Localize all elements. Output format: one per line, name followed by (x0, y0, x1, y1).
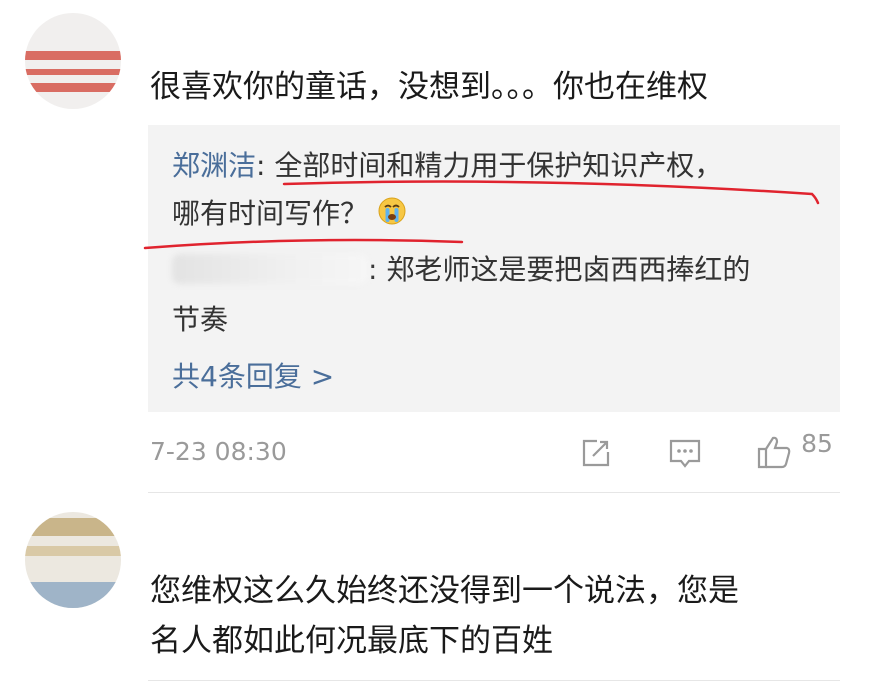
reply-separator: : (368, 253, 387, 286)
replies-panel: 郑渊洁: 全部时间和精力用于保护知识产权， 哪有时间写作？ : 郑老师这是要把卤… (148, 125, 840, 412)
reply-item[interactable]: 郑渊洁: 全部时间和精力用于保护知识产权， (172, 143, 722, 189)
comment-text: 很喜欢你的童话，没想到。。。你也在维权 (150, 69, 708, 105)
comment-text: 您维权这么久始终还没得到一个说法，您是 (150, 573, 739, 609)
reply-text: 郑老师这是要把卤西西捧红的 (386, 253, 751, 286)
reply-separator: : (256, 149, 275, 182)
avatar[interactable] (25, 13, 121, 109)
reply-text: 哪有时间写作？ (172, 197, 369, 230)
reply-author[interactable] (172, 254, 368, 284)
crying-face-icon (377, 194, 407, 240)
reply-item-line2: 哪有时间写作？ (172, 191, 407, 240)
reply-author[interactable]: 郑渊洁 (172, 149, 256, 182)
like-button[interactable]: 85 (756, 429, 833, 470)
avatar[interactable] (25, 512, 121, 608)
comment-button[interactable] (668, 437, 702, 473)
reply-item-line2: 节奏 (172, 297, 228, 343)
divider (148, 492, 840, 493)
reply-text: 节奏 (172, 303, 229, 336)
share-button[interactable] (580, 437, 612, 473)
reply-text: 全部时间和精力用于保护知识产权， (274, 149, 723, 182)
divider (148, 680, 840, 681)
comment-icon (669, 439, 701, 468)
reply-item[interactable]: : 郑老师这是要把卤西西捧红的 (172, 247, 750, 293)
share-icon (582, 439, 610, 467)
comment-text-line2: 名人都如此何况最底下的百姓 (150, 623, 553, 659)
more-replies-link[interactable]: 共4条回复 > (172, 355, 334, 395)
like-count: 85 (801, 429, 833, 458)
thumbs-up-icon (757, 436, 791, 468)
timestamp: 7-23 08:30 (150, 437, 287, 466)
